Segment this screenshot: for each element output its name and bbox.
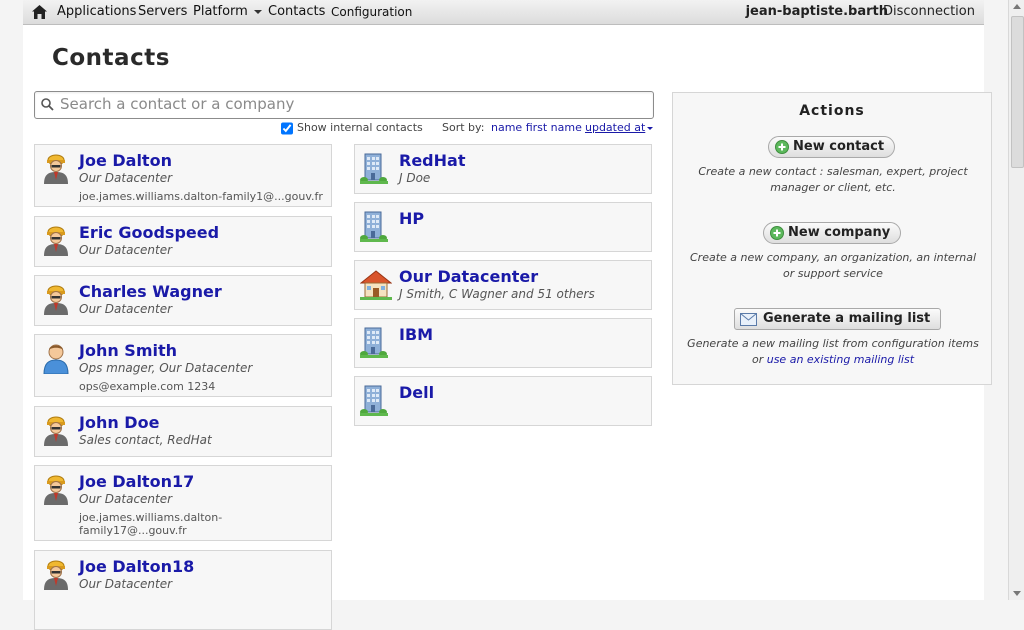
- actions-title: Actions: [799, 103, 865, 119]
- company-members: J Doe: [399, 171, 431, 185]
- contact-organization: Our Datacenter: [79, 492, 173, 506]
- company-members: J Smith, C Wagner and 51 others: [399, 287, 595, 301]
- contact-card: Joe Dalton18 Our Datacenter: [34, 550, 332, 630]
- new-company-label: New company: [788, 225, 891, 240]
- contact-organization: Sales contact, RedHat: [79, 433, 212, 447]
- building-icon: [360, 384, 392, 416]
- contact-card: Joe Dalton17 Our Datacenter joe.james.wil…: [34, 465, 332, 541]
- contact-organization: Ops mnager, Our Datacenter: [79, 361, 253, 375]
- mailing-list-desc-text: Generate a new mailing list from configu…: [687, 337, 979, 350]
- contact-name-link[interactable]: Joe Dalton18: [79, 557, 194, 576]
- contact-details: joe.james.williams.dalton-family1@...gou…: [79, 190, 323, 203]
- contact-organization: Our Datacenter: [79, 577, 173, 591]
- contact-card: Charles Wagner Our Datacenter: [34, 275, 332, 326]
- company-name-link[interactable]: IBM: [399, 325, 433, 344]
- company-name-link[interactable]: Our Datacenter: [399, 267, 538, 286]
- contact-card: John Smith Ops mnager, Our Datacenter ops…: [34, 334, 332, 397]
- building-icon: [360, 210, 392, 242]
- contact-card: Eric Goodspeed Our Datacenter: [34, 216, 332, 267]
- worker-icon: [42, 224, 70, 256]
- show-internal-checkbox[interactable]: [281, 122, 293, 135]
- worker-icon: [42, 473, 70, 505]
- contact-name-link[interactable]: John Smith: [79, 341, 177, 360]
- contact-organization: Our Datacenter: [79, 302, 173, 316]
- worker-icon: [42, 414, 70, 446]
- search-input[interactable]: [60, 94, 640, 114]
- envelope-icon: [740, 313, 757, 326]
- contact-name-link[interactable]: Eric Goodspeed: [79, 223, 219, 242]
- worker-icon: [42, 558, 70, 590]
- contact-card: John Doe Sales contact, RedHat: [34, 406, 332, 457]
- contact-name-link[interactable]: Joe Dalton: [79, 151, 172, 170]
- search-icon: [41, 98, 54, 111]
- use-existing-mailing-list-link[interactable]: use an existing mailing list: [767, 353, 914, 366]
- company-card: Our Datacenter J Smith, C Wagner and 51 o…: [354, 260, 652, 310]
- sort-option-name[interactable]: name first name: [491, 121, 582, 135]
- contact-name-link[interactable]: Charles Wagner: [79, 282, 222, 301]
- building-icon: [360, 152, 392, 184]
- contact-card: Joe Dalton Our Datacenter joe.james.willi…: [34, 144, 332, 207]
- home-icon[interactable]: [32, 5, 47, 19]
- vertical-scrollbar[interactable]: [1008, 0, 1024, 600]
- contact-details: ops@example.com 1234: [79, 380, 216, 393]
- nav-platform-label: Platform: [193, 4, 248, 19]
- logout-link[interactable]: Disconnection: [883, 0, 975, 24]
- mailing-list-description: Generate a new mailing list from configu…: [683, 336, 983, 368]
- new-company-description: Create a new company, an organization, a…: [690, 251, 976, 280]
- company-name-link[interactable]: HP: [399, 209, 424, 228]
- top-nav: Applications Servers Platform Contacts C…: [23, 0, 984, 25]
- contact-details: joe.james.williams.dalton-family17@...go…: [79, 511, 223, 537]
- add-icon: [775, 140, 789, 154]
- company-card: IBM: [354, 318, 652, 368]
- user-icon: [42, 342, 70, 375]
- house-icon: [359, 268, 393, 300]
- contact-organization: Our Datacenter: [79, 171, 173, 185]
- chevron-down-icon: [647, 126, 654, 130]
- contact-name-link[interactable]: Joe Dalton17: [79, 472, 194, 491]
- chevron-down-icon: [253, 9, 262, 14]
- nav-applications[interactable]: Applications: [57, 0, 136, 24]
- sort-option-updated-at[interactable]: updated at: [585, 121, 654, 135]
- contact-name-link[interactable]: John Doe: [79, 413, 159, 432]
- nav-servers[interactable]: Servers: [138, 0, 187, 24]
- worker-icon: [42, 152, 70, 184]
- company-card: Dell: [354, 376, 652, 426]
- actions-box: Actions New contact Create a new contact…: [672, 92, 992, 385]
- worker-icon: [42, 283, 70, 315]
- company-card: RedHat J Doe: [354, 144, 652, 194]
- mailing-list-or: or: [751, 353, 764, 366]
- company-card: HP: [354, 202, 652, 252]
- company-name-link[interactable]: RedHat: [399, 151, 465, 170]
- scrollbar-thumb[interactable]: [1011, 16, 1024, 168]
- contact-organization: Our Datacenter: [79, 243, 173, 257]
- new-contact-label: New contact: [793, 139, 885, 154]
- nav-configuration[interactable]: Configuration: [331, 0, 412, 24]
- company-name-link[interactable]: Dell: [399, 383, 434, 402]
- generate-mailing-list-label: Generate a mailing list: [763, 311, 931, 326]
- sort-selected-label: updated at: [585, 121, 646, 134]
- new-company-button[interactable]: New company: [763, 222, 902, 244]
- page-title: Contacts: [52, 45, 170, 71]
- main-panel: Contacts Show internal contacts Sort by:…: [23, 25, 992, 630]
- scroll-up-icon[interactable]: [1013, 4, 1021, 9]
- sort-label: Sort by:: [442, 121, 485, 134]
- nav-platform[interactable]: Platform: [193, 0, 262, 24]
- building-icon: [360, 326, 392, 358]
- add-icon: [770, 226, 784, 240]
- new-contact-button[interactable]: New contact: [768, 136, 896, 158]
- scroll-down-icon[interactable]: [1013, 591, 1021, 596]
- current-user[interactable]: jean-baptiste.barth: [746, 0, 888, 24]
- search-box[interactable]: [34, 91, 654, 119]
- show-internal-label[interactable]: Show internal contacts: [297, 121, 423, 135]
- generate-mailing-list-button[interactable]: Generate a mailing list: [734, 308, 942, 330]
- new-contact-description: Create a new contact : salesman, expert,…: [698, 165, 968, 194]
- nav-contacts[interactable]: Contacts: [268, 0, 325, 24]
